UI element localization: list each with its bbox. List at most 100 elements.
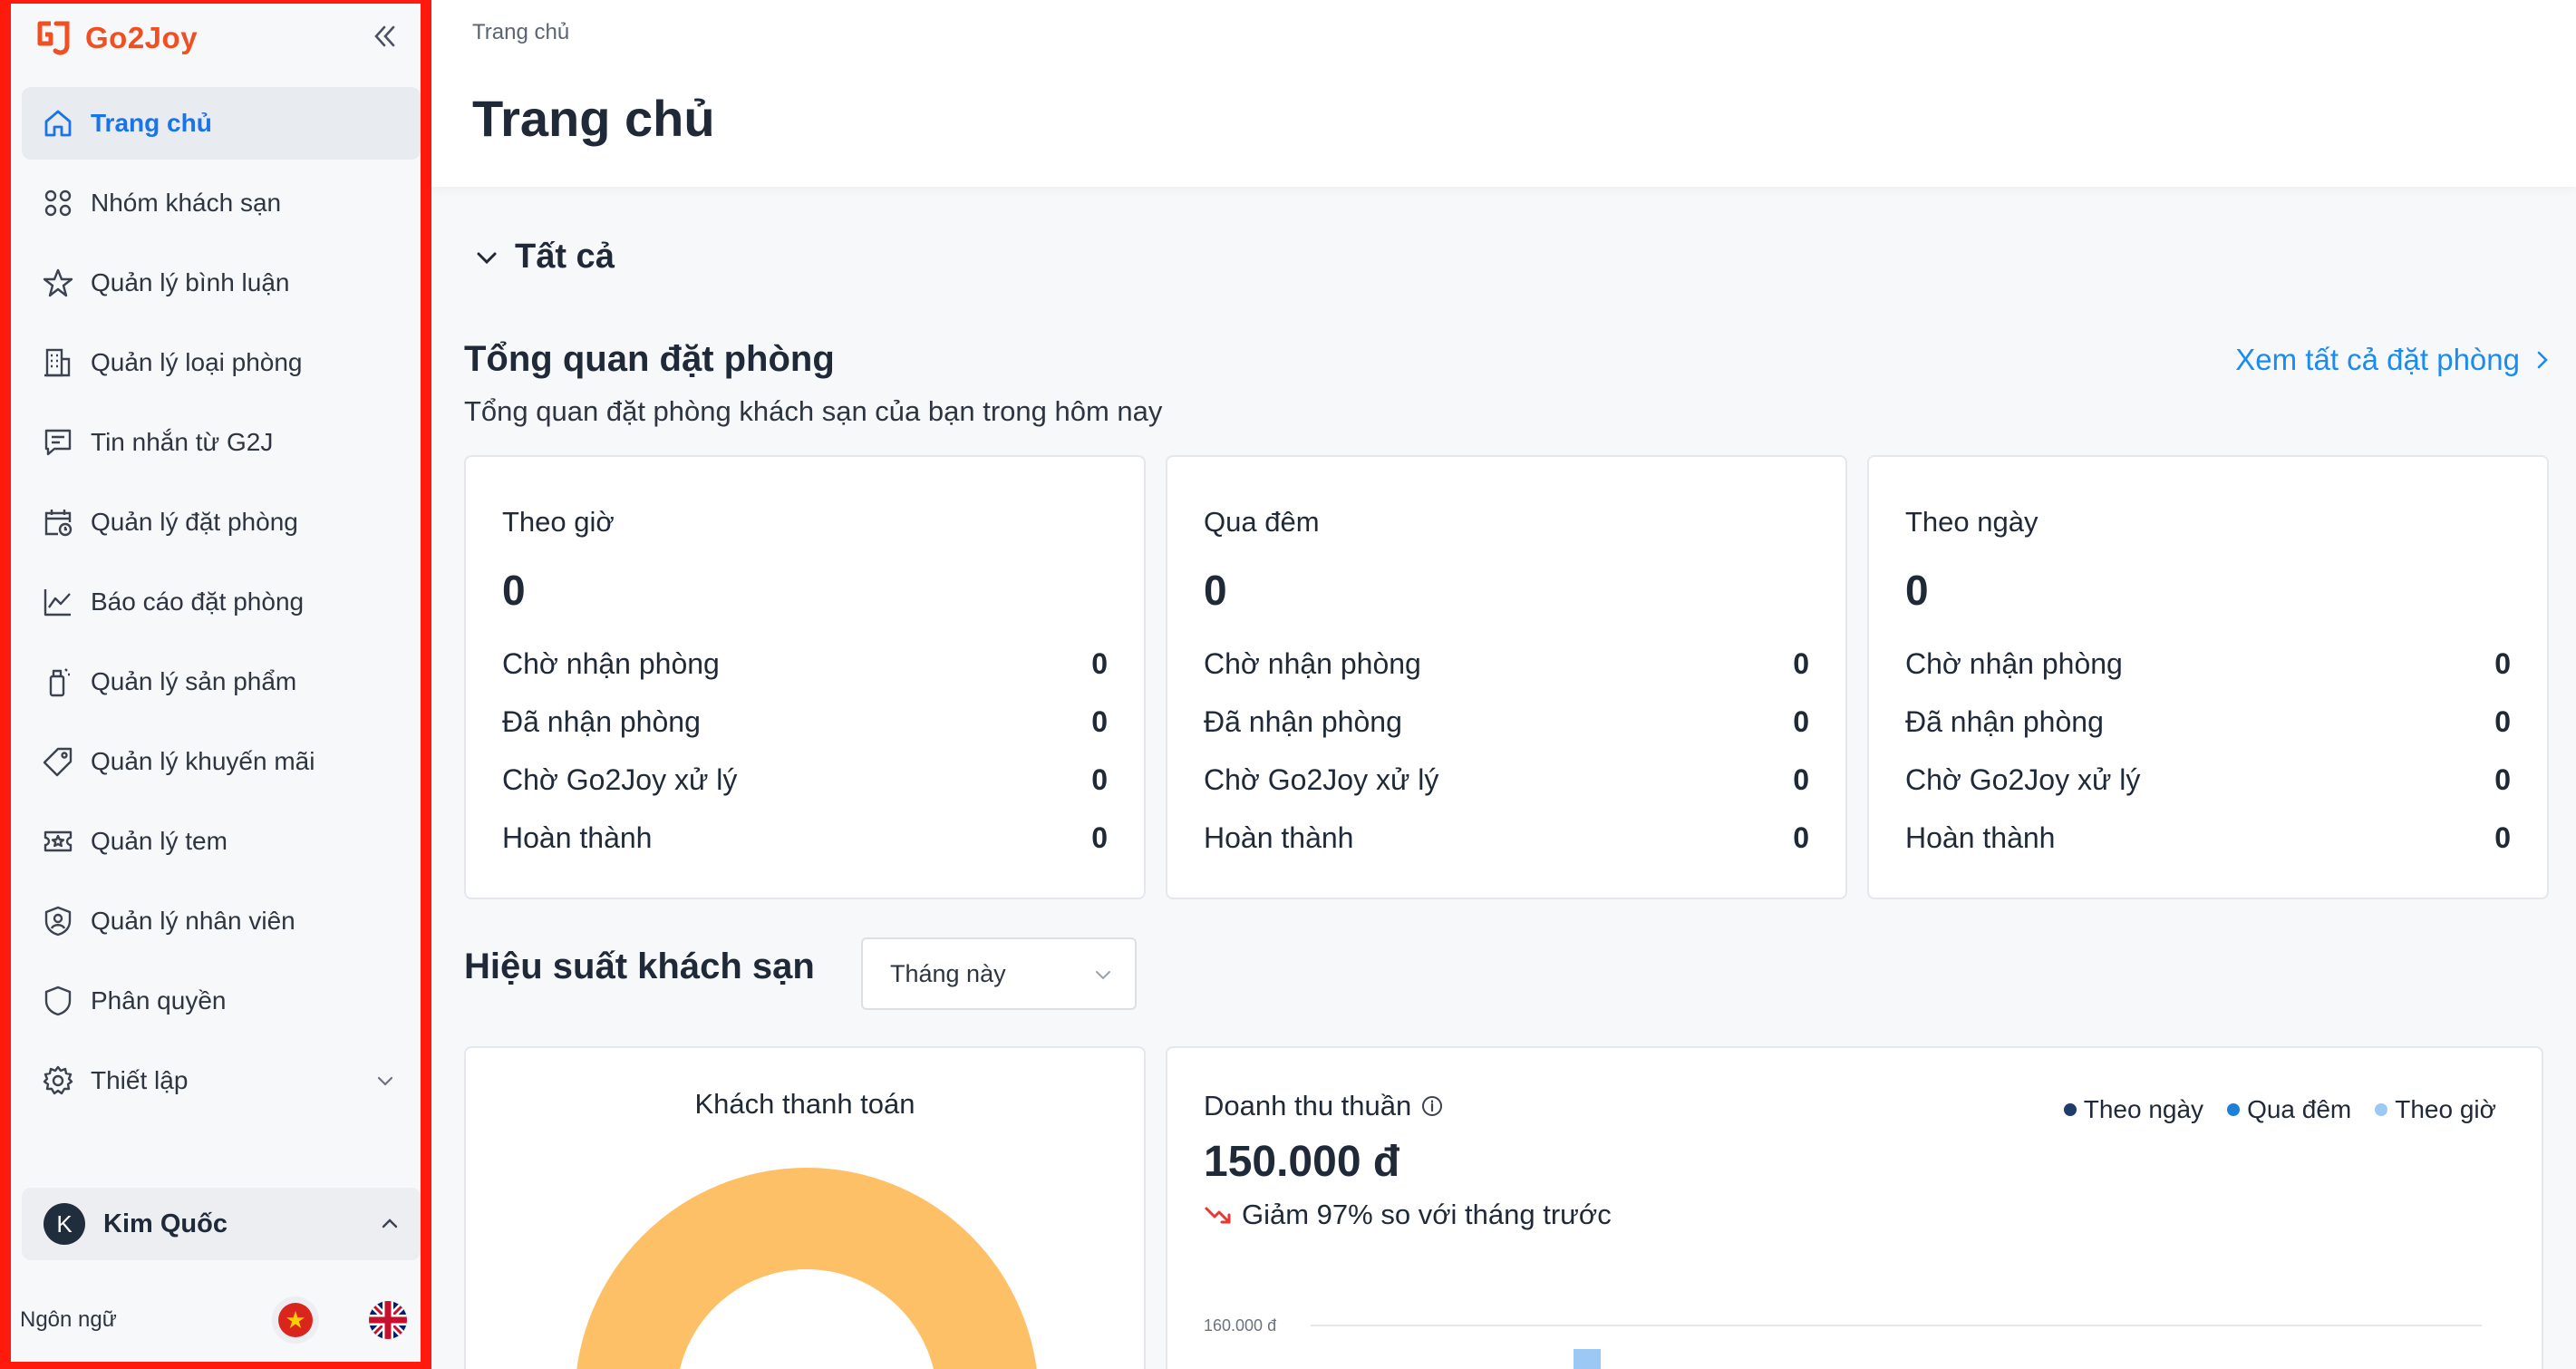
brand-logo[interactable]: Go2Joy [33, 13, 198, 63]
breadcrumb[interactable]: Trang chủ [472, 20, 569, 45]
sidebar-item-reviews[interactable]: Quản lý bình luận [22, 247, 421, 319]
sidebar-item-settings[interactable]: Thiết lập [22, 1044, 421, 1117]
performance-title: Hiệu suất khách sạn [464, 947, 815, 986]
stat-row: Hoàn thành 0 [1204, 818, 1809, 858]
building-icon [44, 348, 71, 377]
stat-row: Hoàn thành 0 [502, 818, 1108, 858]
ticket-icon [44, 830, 73, 852]
view-all-bookings-link[interactable]: Xem tất cả đặt phòng [2235, 343, 2551, 377]
sidebar-item-staff[interactable]: Quản lý nhân viên [22, 885, 421, 957]
legend-item-daily[interactable]: Theo ngày [2063, 1095, 2203, 1124]
info-icon[interactable] [1420, 1094, 1444, 1118]
card-label: Qua đêm [1204, 506, 1320, 538]
stat-row: Chờ nhận phòng 0 [1204, 644, 1809, 684]
revenue-bar[interactable] [1574, 1349, 1601, 1369]
period-select[interactable]: Tháng này [861, 937, 1137, 1010]
legend-dot [2227, 1103, 2241, 1116]
chevron-down-icon [477, 252, 497, 264]
stat-row: Chờ Go2Joy xử lý 0 [502, 760, 1108, 800]
sidebar-item-home[interactable]: Trang chủ [22, 87, 421, 160]
stat-label: Chờ nhận phòng [1204, 646, 1421, 680]
stat-value: 0 [1091, 762, 1108, 796]
y-axis-tick: 160.000 đ [1204, 1316, 1276, 1335]
net-revenue-label: Doanh thu thuần [1204, 1090, 1412, 1121]
stat-label: Chờ Go2Joy xử lý [1905, 762, 2141, 796]
sidebar-item-booking-reports[interactable]: Báo cáo đặt phòng [22, 566, 421, 638]
shield-icon [44, 985, 72, 1016]
stat-label: Chờ Go2Joy xử lý [1204, 762, 1439, 796]
stat-value: 0 [1793, 646, 1809, 680]
sidebar-item-promotions[interactable]: Quản lý khuyến mãi [22, 725, 421, 798]
sidebar-item-room-types[interactable]: Quản lý loại phòng [22, 326, 421, 399]
section-label: Tất cả [515, 238, 615, 276]
legend-item-overnight[interactable]: Qua đêm [2227, 1095, 2351, 1124]
stat-value: 0 [2494, 762, 2511, 796]
stat-label: Đã nhận phòng [502, 704, 701, 738]
section-toggle-all[interactable]: Tất cả [475, 238, 615, 277]
stat-row: Chờ Go2Joy xử lý 0 [1204, 760, 1809, 800]
sidebar-item-label: Báo cáo đặt phòng [91, 587, 305, 616]
legend-item-hourly[interactable]: Theo giờ [2375, 1095, 2496, 1124]
chart-legend: Theo ngày Qua đêm Theo giờ [2063, 1095, 2496, 1124]
period-select-value: Tháng này [890, 959, 1006, 987]
card-label: Theo ngày [1905, 506, 2039, 538]
collapse-sidebar-button[interactable] [366, 18, 402, 54]
stat-row: Hoàn thành 0 [1905, 818, 2511, 858]
sidebar-item-permissions[interactable]: Phân quyền [22, 965, 421, 1037]
stat-row: Chờ Go2Joy xử lý 0 [1905, 760, 2511, 800]
sidebar-item-label: Thiết lập [91, 1066, 189, 1094]
sidebar-item-stamps[interactable]: Quản lý tem [22, 805, 421, 878]
stat-label: Chờ nhận phòng [502, 646, 720, 680]
sidebar-nav: Trang chủ Nhóm khách sạn Quản lý bình lu… [22, 87, 421, 1124]
stat-label: Chờ Go2Joy xử lý [502, 762, 738, 796]
vietnam-flag-icon [278, 1303, 313, 1337]
stat-row: Chờ nhận phòng 0 [1905, 644, 2511, 684]
go2joy-logo-icon [37, 21, 70, 55]
legend-label: Qua đêm [2247, 1095, 2352, 1123]
paying-guests-donut-chart [575, 1168, 1039, 1369]
stat-value: 0 [1091, 820, 1108, 854]
donut-slice[interactable] [807, 1168, 1039, 1369]
grid-icon [44, 189, 72, 217]
card-total: 0 [1905, 567, 1929, 614]
stat-row: Đã nhận phòng 0 [1905, 702, 2511, 742]
stat-row: Đã nhận phòng 0 [1204, 702, 1809, 742]
sidebar-item-bookings[interactable]: Quản lý đặt phòng [22, 486, 421, 558]
user-menu[interactable]: K Kim Quốc [22, 1188, 421, 1260]
stat-label: Hoàn thành [502, 820, 653, 854]
english-flag-button[interactable] [364, 1296, 412, 1344]
net-revenue-title: Doanh thu thuần [1204, 1090, 1444, 1122]
stat-row: Chờ nhận phòng 0 [502, 644, 1108, 684]
stat-label: Chờ nhận phòng [1905, 646, 2123, 680]
vietnamese-flag-button[interactable] [272, 1296, 319, 1344]
card-total: 0 [1204, 567, 1227, 614]
stat-value: 0 [1091, 646, 1108, 680]
booking-card-overnight: Qua đêm 0 Chờ nhận phòng 0 Đã nhận phòng 0… [1166, 455, 1847, 899]
language-label: Ngôn ngữ [20, 1307, 117, 1332]
sidebar-item-label: Phân quyền [91, 986, 227, 1015]
legend-dot [2375, 1103, 2388, 1116]
stat-value: 0 [2494, 820, 2511, 854]
sidebar-item-label: Quản lý đặt phòng [91, 508, 298, 536]
overview-subtitle: Tổng quan đặt phòng khách sạn của bạn tr… [464, 395, 1163, 427]
paying-guests-card: Khách thanh toán [464, 1046, 1146, 1369]
sidebar-item-hotel-groups[interactable]: Nhóm khách sạn [22, 167, 421, 239]
sidebar-item-label: Quản lý bình luận [91, 268, 290, 296]
bottle-icon [49, 668, 70, 697]
language-switcher: Ngôn ngữ [20, 1291, 428, 1349]
view-all-label: Xem tất cả đặt phòng [2235, 343, 2520, 376]
user-shield-icon [44, 906, 72, 937]
star-icon [43, 268, 73, 297]
legend-dot [2063, 1103, 2077, 1116]
sidebar: Go2Joy Trang chủ Nhóm khách sạn Quản lý … [0, 0, 431, 1369]
sidebar-item-messages[interactable]: Tin nhắn từ G2J [22, 406, 421, 479]
overview-title: Tổng quan đặt phòng [464, 339, 835, 379]
stat-row: Đã nhận phòng 0 [502, 702, 1108, 742]
stat-label: Đã nhận phòng [1204, 704, 1402, 738]
stat-value: 0 [1793, 704, 1809, 738]
card-total: 0 [502, 567, 526, 614]
net-revenue-delta: Giảm 97% so với tháng trước [1204, 1199, 1612, 1231]
sidebar-item-products[interactable]: Quản lý sản phẩm [22, 646, 421, 718]
donut-slice[interactable] [575, 1168, 807, 1369]
calendar-clock-icon [44, 510, 73, 537]
